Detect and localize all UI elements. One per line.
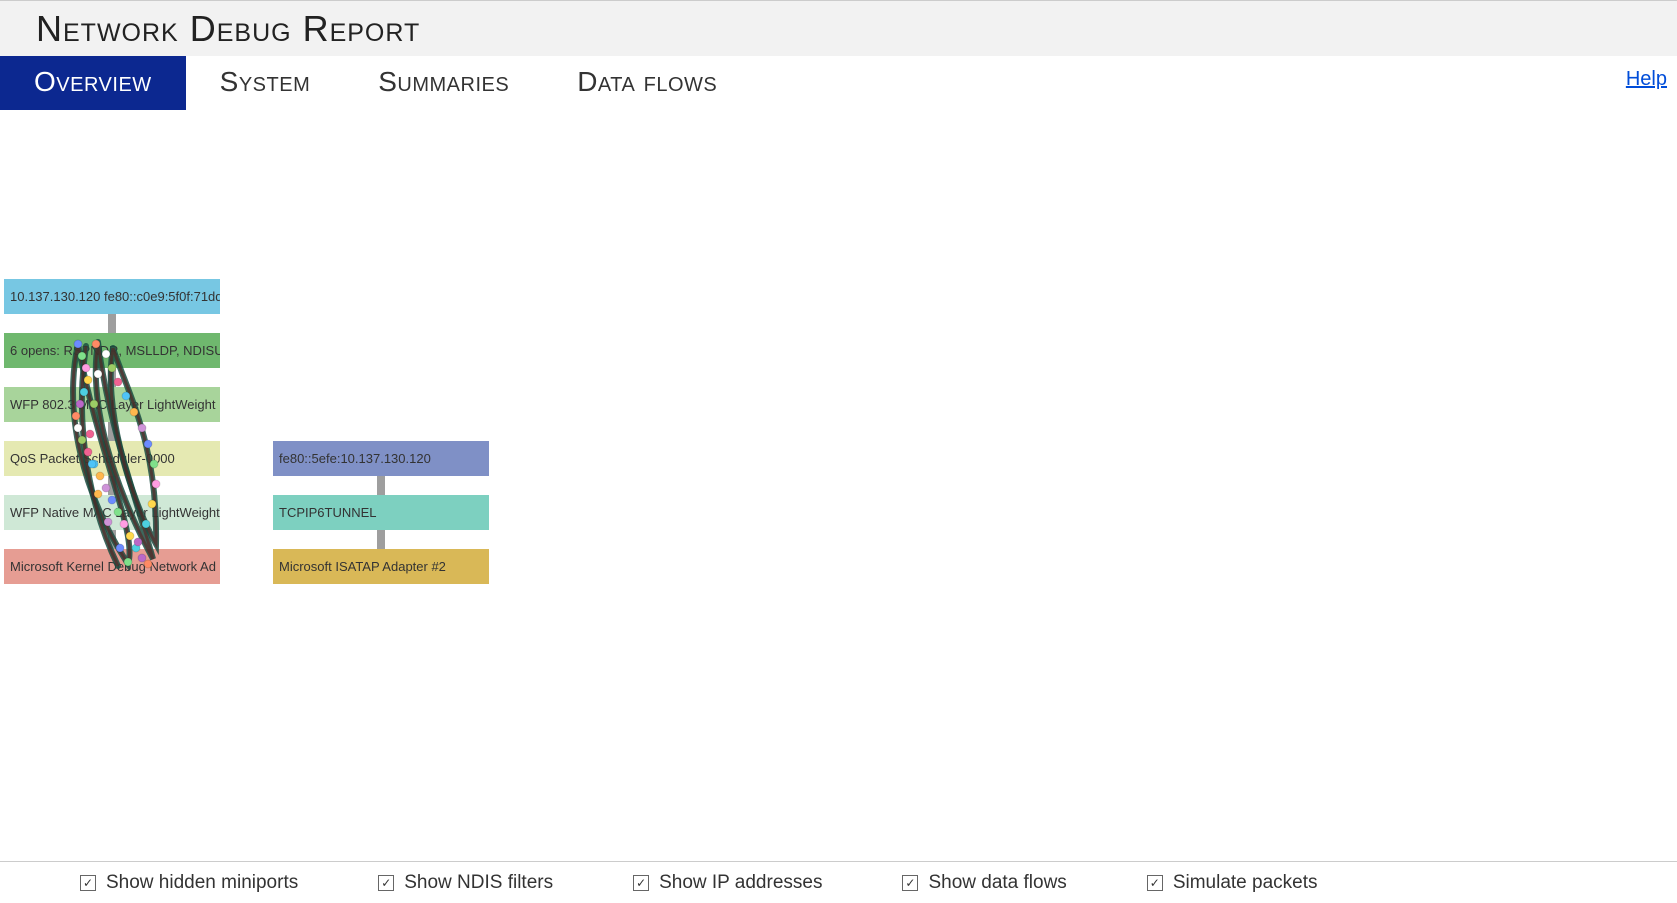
tabs: OverviewSystemSummariesData flows Help (0, 56, 1677, 112)
connector (108, 530, 116, 549)
tab-overview[interactable]: Overview (0, 56, 186, 110)
checkbox-icon: ✓ (902, 875, 918, 891)
help-link[interactable]: Help (1626, 68, 1667, 91)
network-node-label: WFP Native MAC Layer LightWeight (10, 505, 220, 520)
network-node[interactable]: fe80::5efe:10.137.130.120 (273, 441, 489, 476)
connector (108, 476, 116, 495)
option-label: Show IP addresses (659, 872, 822, 894)
tab-system[interactable]: System (186, 56, 345, 110)
network-node[interactable]: 10.137.130.120 fe80::c0e9:5f0f:71dd:9 (4, 279, 220, 314)
connector (377, 530, 385, 549)
diagram-canvas: 10.137.130.120 fe80::c0e9:5f0f:71dd:96 o… (0, 112, 1677, 812)
network-node-label: TCPIP6TUNNEL (279, 505, 377, 520)
page-title: Network Debug Report (36, 8, 420, 50)
connector (108, 314, 116, 333)
checkbox-icon: ✓ (80, 875, 96, 891)
network-node-label: fe80::5efe:10.137.130.120 (279, 451, 431, 466)
header: Network Debug Report (0, 0, 1677, 56)
network-node[interactable]: QoS Packet Scheduler-0000 (4, 441, 220, 476)
option-label: Show NDIS filters (404, 872, 553, 894)
network-node[interactable]: Microsoft Kernel Debug Network Ad (4, 549, 220, 584)
network-node-label: 6 opens: RSPNDR, MSLLDP, NDISUIO (10, 343, 220, 358)
network-node[interactable]: TCPIP6TUNNEL (273, 495, 489, 530)
option-show-ip-addresses[interactable]: ✓ Show IP addresses (633, 872, 822, 894)
network-node-label: QoS Packet Scheduler-0000 (10, 451, 175, 466)
network-node[interactable]: 6 opens: RSPNDR, MSLLDP, NDISUIO (4, 333, 220, 368)
connector (108, 422, 116, 441)
option-simulate-packets[interactable]: ✓ Simulate packets (1147, 872, 1318, 894)
network-node-label: Microsoft Kernel Debug Network Ad (10, 559, 216, 574)
connector (108, 368, 116, 387)
option-show-data-flows[interactable]: ✓ Show data flows (902, 872, 1066, 894)
footer-options: ✓ Show hidden miniports ✓ Show NDIS filters… (0, 861, 1677, 903)
checkbox-icon: ✓ (633, 875, 649, 891)
network-node[interactable]: WFP Native MAC Layer LightWeight (4, 495, 220, 530)
network-node[interactable]: Microsoft ISATAP Adapter #2 (273, 549, 489, 584)
network-node[interactable]: WFP 802.3 MAC Layer LightWeight Fi (4, 387, 220, 422)
tab-data-flows[interactable]: Data flows (543, 56, 751, 110)
tab-summaries[interactable]: Summaries (344, 56, 543, 110)
network-node-label: 10.137.130.120 fe80::c0e9:5f0f:71dd:9 (10, 289, 220, 304)
option-show-hidden-miniports[interactable]: ✓ Show hidden miniports (80, 872, 298, 894)
network-node-label: WFP 802.3 MAC Layer LightWeight Fi (10, 397, 220, 412)
option-label: Show hidden miniports (106, 872, 298, 894)
option-label: Show data flows (928, 872, 1066, 894)
checkbox-icon: ✓ (1147, 875, 1163, 891)
option-show-ndis-filters[interactable]: ✓ Show NDIS filters (378, 872, 553, 894)
option-label: Simulate packets (1173, 872, 1318, 894)
connector (377, 476, 385, 495)
network-node-label: Microsoft ISATAP Adapter #2 (279, 559, 446, 574)
checkbox-icon: ✓ (378, 875, 394, 891)
